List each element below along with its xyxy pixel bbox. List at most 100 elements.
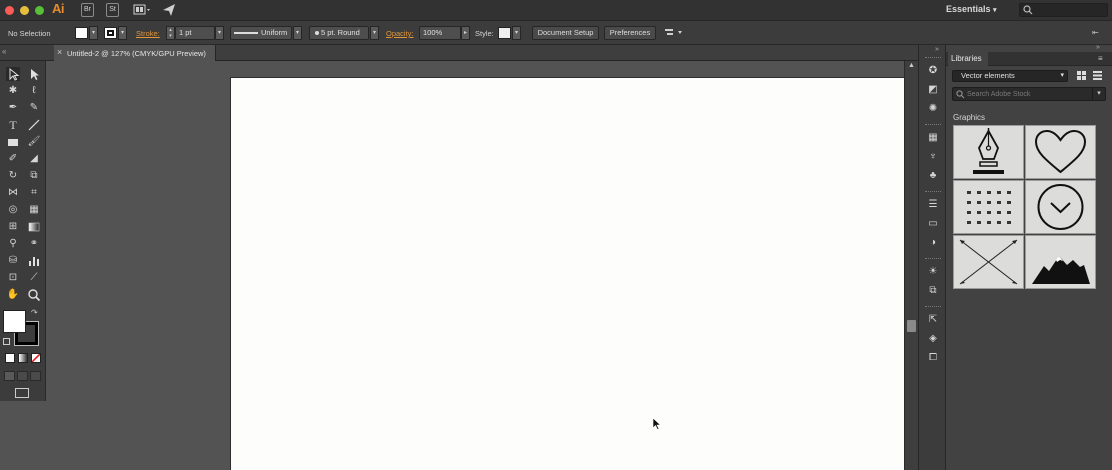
arrange-documents-button[interactable] <box>133 3 152 17</box>
dock-collapse-icon[interactable]: » <box>935 46 939 53</box>
collapse-toolbox-icon[interactable]: « <box>2 47 6 56</box>
document-tab[interactable]: × Untitled-2 @ 127% (CMYK/GPU Preview) <box>54 45 216 61</box>
selection-tool-icon[interactable] <box>6 67 20 81</box>
brush-definition[interactable]: 5 pt. Round <box>309 26 369 40</box>
transparency-panel-icon[interactable]: ◑ <box>926 236 940 250</box>
libraries-tab[interactable]: Libraries <box>948 52 988 66</box>
graphic-thumbnail-pattern[interactable] <box>953 180 1024 234</box>
graphic-thumbnail-heart[interactable] <box>1025 125 1096 179</box>
fill-dropdown[interactable]: ▾ <box>89 26 98 40</box>
screen-mode-icon[interactable] <box>15 388 29 398</box>
zoom-window-button[interactable] <box>35 6 44 15</box>
column-graph-tool-icon[interactable] <box>27 254 41 268</box>
artboard-tool-icon[interactable]: ⊡ <box>6 271 20 285</box>
paintbrush-tool-icon[interactable]: 🖌 <box>27 135 41 149</box>
close-tab-icon[interactable]: × <box>57 47 62 57</box>
shaper-tool-icon[interactable]: ✐ <box>6 152 20 166</box>
eyedropper-tool-icon[interactable]: ⚲ <box>6 237 20 251</box>
graphic-style-swatch[interactable] <box>498 27 511 39</box>
pen-tool-icon[interactable]: ✒ <box>6 101 20 115</box>
graphic-thumbnail-pen-nib[interactable] <box>953 125 1024 179</box>
export-panel-icon[interactable]: ⇱ <box>926 313 940 327</box>
perspective-grid-tool-icon[interactable]: ▦ <box>27 203 41 217</box>
graphic-thumbnail-mountains[interactable] <box>1025 235 1096 289</box>
lasso-tool-icon[interactable]: ℓ <box>27 84 41 98</box>
style-dropdown[interactable]: ▾ <box>512 26 521 40</box>
layers-panel-icon[interactable]: ◈ <box>926 332 940 346</box>
list-view-icon[interactable] <box>1092 70 1103 81</box>
stroke-color-dropdown[interactable]: ▾ <box>118 26 127 40</box>
free-transform-tool-icon[interactable]: ⌗ <box>27 186 41 200</box>
workspace-switcher[interactable]: Essentials ▾ <box>946 4 997 14</box>
default-fill-stroke-icon[interactable] <box>3 338 10 345</box>
zoom-tool-icon[interactable] <box>27 288 41 302</box>
opacity-field[interactable]: 100% <box>419 26 461 40</box>
vertical-scrollbar[interactable]: ▲ <box>904 61 918 470</box>
stroke-weight-dropdown[interactable]: ▾ <box>215 26 224 40</box>
stroke-weight-stepper[interactable]: ▴ ▾ <box>166 26 175 40</box>
opacity-arrow[interactable]: ▸ <box>461 26 470 40</box>
profile-dropdown[interactable]: ▾ <box>293 26 302 40</box>
properties-panel-icon[interactable]: ◩ <box>926 83 940 97</box>
slice-tool-icon[interactable]: ⟋ <box>27 271 41 285</box>
rectangle-tool-icon[interactable] <box>6 135 20 149</box>
draw-behind-icon[interactable] <box>17 371 28 381</box>
rotate-tool-icon[interactable]: ↻ <box>6 169 20 183</box>
type-tool-icon[interactable]: T <box>6 118 20 132</box>
gradient-mode-icon[interactable] <box>18 353 28 363</box>
mesh-tool-icon[interactable]: ⊞ <box>6 220 20 234</box>
shape-builder-tool-icon[interactable]: ◎ <box>6 203 20 217</box>
draw-normal-icon[interactable] <box>4 371 15 381</box>
gradient-tool-icon[interactable] <box>27 220 41 234</box>
stroke-swatch[interactable] <box>104 27 117 39</box>
swatches-panel-icon[interactable]: ▦ <box>926 131 940 145</box>
symbol-sprayer-tool-icon[interactable]: ⛁ <box>6 254 20 268</box>
preferences-button[interactable]: Preferences <box>604 26 656 40</box>
width-tool-icon[interactable]: ⋈ <box>6 186 20 200</box>
stroke-panel-icon[interactable]: ☰ <box>926 198 940 212</box>
curvature-tool-icon[interactable]: ✎ <box>27 101 41 115</box>
brush-dropdown[interactable]: ▾ <box>370 26 379 40</box>
creative-cloud-libraries-icon[interactable]: ✺ <box>926 102 940 116</box>
minimize-window-button[interactable] <box>20 6 29 15</box>
canvas[interactable] <box>46 61 904 470</box>
graphic-thumbnail-crossed-arrows[interactable] <box>953 235 1024 289</box>
graphic-thumbnail-chevron-circle[interactable] <box>1025 180 1096 234</box>
panel-collapse-icon[interactable]: » <box>1096 44 1100 51</box>
eraser-tool-icon[interactable]: ◢ <box>27 152 41 166</box>
brushes-panel-icon[interactable]: ♆ <box>926 150 940 164</box>
send-share-button[interactable] <box>162 3 176 17</box>
stroke-label[interactable]: Stroke: <box>136 29 160 38</box>
blend-tool-icon[interactable]: ⚭ <box>27 237 41 251</box>
draw-inside-icon[interactable] <box>30 371 41 381</box>
stock-button[interactable]: St <box>106 3 119 17</box>
direct-selection-tool-icon[interactable] <box>27 67 41 81</box>
search-dropdown-icon[interactable]: ▾ <box>1092 88 1105 100</box>
panel-menu-icon[interactable]: ≡ <box>1098 54 1103 63</box>
appearance-panel-icon[interactable]: ☀ <box>926 265 940 279</box>
fill-swatch[interactable] <box>75 27 88 39</box>
color-mode-icon[interactable] <box>5 353 15 363</box>
bridge-button[interactable]: Br <box>81 3 94 17</box>
line-segment-tool-icon[interactable] <box>27 118 41 132</box>
none-mode-icon[interactable] <box>31 353 41 363</box>
artboards-panel-icon[interactable]: ⧠ <box>926 351 940 365</box>
scroll-up-arrow-icon[interactable]: ▲ <box>908 62 915 69</box>
opacity-label[interactable]: Opacity: <box>386 29 414 38</box>
color-guide-panel-icon[interactable]: ✪ <box>926 64 940 78</box>
grid-view-icon[interactable] <box>1076 70 1087 81</box>
swap-fill-stroke-icon[interactable]: ↷ <box>31 308 38 317</box>
variable-width-profile[interactable]: Uniform <box>230 26 292 40</box>
gradient-panel-icon[interactable]: ▭ <box>926 217 940 231</box>
symbols-panel-icon[interactable]: ♣ <box>926 169 940 183</box>
library-selector[interactable]: Vector elements ▾ <box>952 70 1068 82</box>
stroke-weight-field[interactable]: 1 pt <box>175 26 215 40</box>
stock-search-field[interactable] <box>1019 3 1108 17</box>
adobe-stock-search-input[interactable]: Search Adobe Stock ▾ <box>952 87 1106 101</box>
align-options-button[interactable] <box>664 28 684 38</box>
scale-tool-icon[interactable]: ⧉ <box>27 169 41 183</box>
panel-menu-icon[interactable]: ⇤ <box>1092 28 1104 38</box>
close-window-button[interactable] <box>5 6 14 15</box>
magic-wand-tool-icon[interactable]: ✱ <box>6 84 20 98</box>
scrollbar-thumb[interactable] <box>907 320 916 332</box>
